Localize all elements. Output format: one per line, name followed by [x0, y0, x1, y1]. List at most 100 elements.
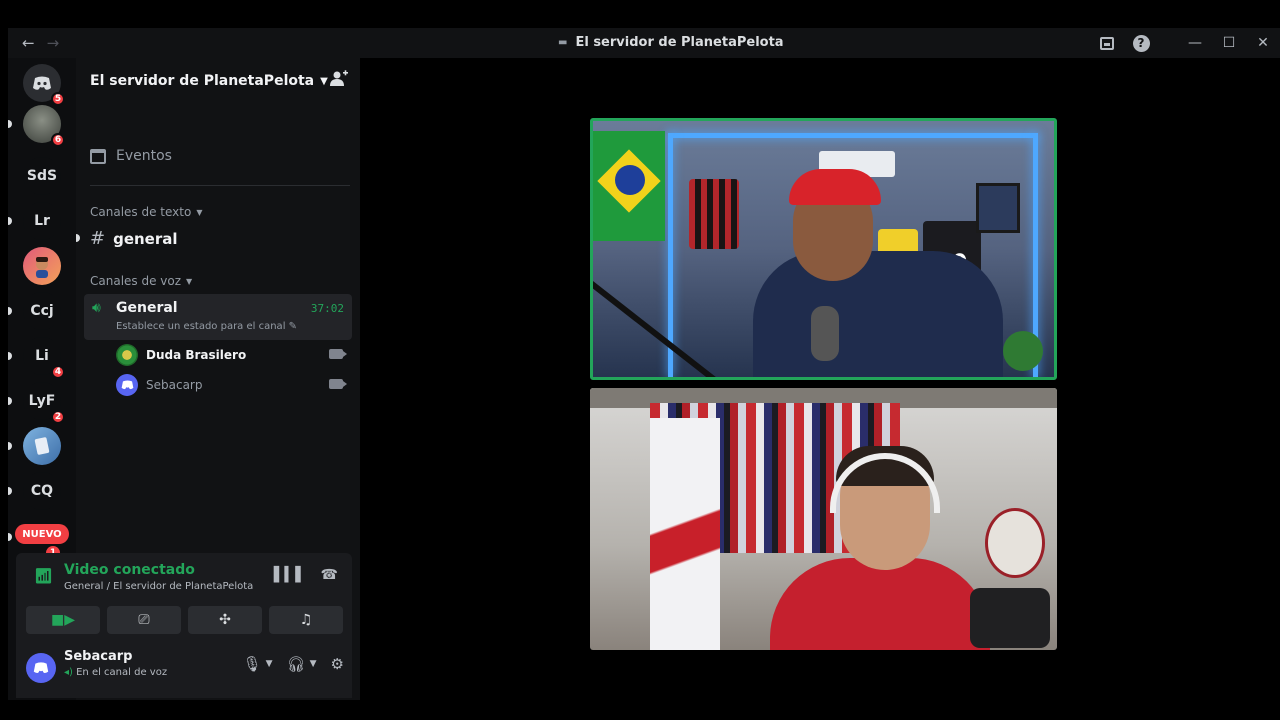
server-icon-photo[interactable]: 6: [23, 105, 65, 147]
video-tile-speaking[interactable]: 80: [590, 118, 1057, 380]
avatar: [116, 374, 138, 396]
close-button[interactable]: ✕: [1246, 28, 1280, 58]
unread-pill: [76, 234, 80, 242]
server-icon-ccj[interactable]: Ccj: [23, 292, 61, 330]
server-label: Li: [35, 348, 49, 364]
channel-status-prompt[interactable]: Establece un estado para el canal ✎: [116, 321, 297, 332]
activities-button[interactable]: ✣: [188, 606, 262, 634]
voice-channel-general[interactable]: 🔊︎ General 37:02 Establece un estado par…: [84, 294, 352, 340]
gear-icon[interactable]: ⚙: [331, 655, 344, 673]
server-icon-sds[interactable]: SdS: [23, 157, 61, 195]
microphone: [811, 306, 839, 361]
mic-arm: [593, 281, 720, 377]
hangup-icon[interactable]: ☎: [321, 567, 338, 583]
server-label: Ccj: [30, 303, 54, 319]
club-crest: [985, 508, 1045, 578]
maximize-button[interactable]: ☐: [1212, 28, 1246, 58]
back-arrow-icon[interactable]: ←: [22, 34, 35, 52]
server-icon-lyf[interactable]: LyF 2: [23, 382, 65, 424]
server-label: LyF: [28, 393, 56, 409]
inbox-button[interactable]: [1090, 28, 1124, 58]
river-jersey: [650, 418, 720, 650]
calendar-icon: [90, 148, 106, 164]
soundboard-button[interactable]: ♫: [269, 606, 343, 634]
window-title-text: El servidor de PlanetaPelota: [575, 35, 784, 50]
new-badge[interactable]: NUEVO: [15, 524, 69, 544]
help-button[interactable]: ?: [1124, 28, 1158, 58]
discord-home-icon: [33, 76, 51, 90]
unread-pill: [8, 307, 12, 315]
avatar: [116, 344, 138, 366]
microphone: [970, 588, 1050, 648]
forward-arrow-icon[interactable]: →: [47, 34, 60, 52]
chevron-down-icon[interactable]: ▼: [310, 659, 317, 669]
chevron-down-icon[interactable]: ▼: [266, 659, 273, 669]
minimize-button[interactable]: —: [1178, 28, 1212, 58]
user-status-text: En el canal de voz: [76, 667, 168, 678]
rtc-actions: ■▶ ⎚ ✣ ♫: [26, 606, 343, 634]
guild-header[interactable]: El servidor de PlanetaPelota ▼: [76, 58, 360, 104]
help-icon: ?: [1132, 34, 1150, 52]
speaker-icon: ◂): [64, 667, 73, 678]
events-item[interactable]: Eventos: [90, 148, 172, 164]
card-art-icon: [34, 437, 50, 455]
connection-status[interactable]: Video conectado: [64, 562, 195, 578]
server-label: CQ: [30, 483, 54, 499]
waveform-icon[interactable]: ▌▍▌: [274, 567, 306, 583]
unread-pill: [8, 352, 12, 360]
unread-pill: [8, 442, 12, 450]
user-name[interactable]: Sebacarp: [64, 649, 132, 664]
call-timer: 37:02: [310, 302, 344, 315]
guild-name: El servidor de PlanetaPelota: [90, 73, 315, 89]
headphones-icon[interactable]: 🎧︎: [287, 655, 306, 673]
category-text-channels[interactable]: Canales de texto ▼: [90, 205, 202, 219]
server-icon-avatar[interactable]: [23, 247, 61, 285]
unread-badge: 6: [51, 133, 65, 147]
video-tile[interactable]: [590, 388, 1057, 650]
channel-general[interactable]: # general: [90, 228, 178, 249]
voice-member[interactable]: Duda Brasilero: [116, 344, 347, 366]
activities-icon: ✣: [219, 612, 231, 628]
server-icon-card[interactable]: [23, 427, 61, 465]
speaker-icon: 🔊︎: [92, 300, 101, 316]
user-status: ◂) En el canal de voz: [64, 667, 167, 678]
avatar[interactable]: [26, 653, 56, 683]
screen-share-button[interactable]: ⎚: [107, 606, 181, 634]
category-voice-channels[interactable]: Canales de voz ▼: [90, 274, 192, 288]
server-label: SdS: [26, 168, 58, 184]
title-bar: ← → ▬ El servidor de PlanetaPelota ? — ☐…: [8, 28, 1280, 58]
camera-toggle-button[interactable]: ■▶: [26, 606, 100, 634]
person-body: [753, 251, 1003, 377]
chevron-down-icon: ▼: [196, 207, 203, 217]
chevron-down-icon: ▼: [186, 276, 193, 286]
window-title: ▬ El servidor de PlanetaPelota: [558, 35, 784, 50]
microphone-icon[interactable]: 🎙︎: [243, 655, 262, 673]
events-label: Eventos: [116, 148, 172, 164]
window-controls: ? — ☐ ✕: [1090, 28, 1280, 58]
plant: [1003, 331, 1043, 371]
history-nav: ← →: [22, 34, 59, 52]
unread-pill: [8, 217, 12, 225]
member-name: Duda Brasilero: [146, 348, 247, 362]
member-name: Sebacarp: [146, 378, 203, 392]
voice-member[interactable]: Sebacarp: [116, 374, 347, 396]
person-body: [770, 558, 990, 650]
unread-pill: [8, 487, 12, 495]
home-button[interactable]: 5: [23, 64, 65, 106]
user-controls: 🎙︎ ▼ 🎧︎ ▼ ⚙: [243, 655, 344, 673]
server-icon-li[interactable]: Li 4: [23, 337, 65, 379]
inbox-icon: [1100, 36, 1114, 50]
server-icon-lr[interactable]: Lr: [23, 202, 61, 240]
camera-icon: [329, 379, 347, 389]
server-glyph-icon: ▬: [558, 37, 568, 48]
add-member-icon[interactable]: [330, 70, 348, 90]
divider: [90, 185, 350, 186]
connection-location[interactable]: General / El servidor de PlanetaPelota: [64, 581, 253, 592]
server-icon-cq[interactable]: CQ: [23, 472, 61, 510]
unread-pill: [8, 397, 12, 405]
new-label: NUEVO: [22, 528, 62, 540]
signal-icon[interactable]: 📶︎: [34, 567, 53, 585]
flag-brazil: [593, 131, 665, 241]
framed-picture: [976, 183, 1020, 233]
